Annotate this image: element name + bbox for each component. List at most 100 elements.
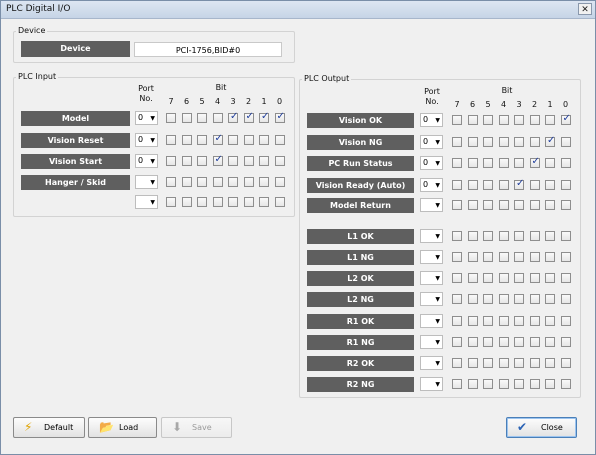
plc_output-bit-checkbox[interactable] <box>483 115 493 125</box>
plc_output-bit-checkbox[interactable] <box>514 358 524 368</box>
plc_input-bit-checkbox[interactable] <box>259 197 269 207</box>
plc_input-bit-checkbox[interactable] <box>181 135 192 145</box>
plc_output-bit-checkbox[interactable] <box>529 294 540 304</box>
plc_output-bit-checkbox[interactable] <box>483 294 493 304</box>
plc_input-bit-checkbox[interactable] <box>243 197 254 207</box>
plc_output-bit-checkbox[interactable] <box>498 273 509 283</box>
plc_output-bit-checkbox[interactable] <box>452 200 462 210</box>
plc_output-bit-checkbox[interactable] <box>498 158 509 168</box>
plc_input-bit-checkbox[interactable] <box>228 135 238 145</box>
plc_output-bit-checkbox[interactable] <box>560 294 571 304</box>
plc_output-bit-checkbox[interactable] <box>529 316 540 326</box>
plc_input-bit-checkbox[interactable] <box>181 177 192 187</box>
plc_output-bit-checkbox[interactable] <box>545 180 555 190</box>
plc_output-bit-checkbox[interactable] <box>514 137 524 147</box>
plc_output-bit-checkbox[interactable] <box>498 316 509 326</box>
plc_output-bit-checkbox[interactable] <box>467 252 478 262</box>
plc_input-bit-checkbox[interactable] <box>212 113 223 123</box>
plc_output-bit-checkbox[interactable] <box>545 273 555 283</box>
plc_output-port-dropdown[interactable]: 0 ▼ <box>420 156 443 170</box>
plc_input-bit-checkbox[interactable] <box>259 156 269 166</box>
plc_output-bit-checkbox[interactable] <box>467 200 478 210</box>
plc_output-bit-checkbox[interactable] <box>452 294 462 304</box>
plc_input-bit-checkbox[interactable] <box>197 113 207 123</box>
plc_output-port-dropdown[interactable]: ▼ <box>420 229 443 243</box>
plc_input-bit-checkbox[interactable]: ✓ <box>212 133 223 145</box>
plc_output-bit-checkbox[interactable] <box>560 200 571 210</box>
plc_output-port-dropdown[interactable]: ▼ <box>420 314 443 328</box>
plc_input-bit-checkbox[interactable]: ✓ <box>274 111 285 123</box>
plc_output-bit-checkbox[interactable] <box>545 337 555 347</box>
plc_output-bit-checkbox[interactable] <box>467 294 478 304</box>
window-close-button[interactable]: ✕ <box>578 3 592 15</box>
plc_output-bit-checkbox[interactable] <box>514 115 524 125</box>
plc_input-bit-checkbox[interactable] <box>166 113 176 123</box>
plc_output-port-dropdown[interactable]: ▼ <box>420 198 443 212</box>
plc_output-bit-checkbox[interactable] <box>529 273 540 283</box>
plc_output-bit-checkbox[interactable] <box>467 158 478 168</box>
plc_input-bit-checkbox[interactable]: ✓ <box>212 154 223 166</box>
plc_output-bit-checkbox[interactable] <box>498 379 509 389</box>
plc_output-bit-checkbox[interactable] <box>467 273 478 283</box>
plc_output-bit-checkbox[interactable] <box>498 231 509 241</box>
plc_output-bit-checkbox[interactable] <box>452 180 462 190</box>
plc_output-port-dropdown[interactable]: ▼ <box>420 356 443 370</box>
plc_output-bit-checkbox[interactable] <box>467 231 478 241</box>
plc_output-bit-checkbox[interactable] <box>483 252 493 262</box>
device-value-field[interactable]: PCI-1756,BID#0 <box>134 42 282 57</box>
plc_input-bit-checkbox[interactable] <box>243 135 254 145</box>
plc_output-bit-checkbox[interactable] <box>498 252 509 262</box>
plc_input-bit-checkbox[interactable] <box>243 156 254 166</box>
plc_input-bit-checkbox[interactable] <box>228 197 238 207</box>
plc_output-bit-checkbox[interactable] <box>483 200 493 210</box>
plc_output-bit-checkbox[interactable] <box>545 252 555 262</box>
plc_output-bit-checkbox[interactable] <box>560 337 571 347</box>
plc_input-bit-checkbox[interactable] <box>274 135 285 145</box>
plc_output-bit-checkbox[interactable] <box>545 379 555 389</box>
plc_output-port-dropdown[interactable]: ▼ <box>420 250 443 264</box>
plc_input-bit-checkbox[interactable] <box>166 135 176 145</box>
plc_output-bit-checkbox[interactable] <box>529 379 540 389</box>
plc_output-bit-checkbox[interactable] <box>483 158 493 168</box>
plc_input-bit-checkbox[interactable]: ✓ <box>228 111 238 123</box>
plc_input-bit-checkbox[interactable] <box>197 156 207 166</box>
plc_output-bit-checkbox[interactable] <box>452 137 462 147</box>
plc_output-bit-checkbox[interactable] <box>483 273 493 283</box>
plc_output-port-dropdown[interactable]: 0 ▼ <box>420 178 443 192</box>
plc_input-port-dropdown[interactable]: ▼ <box>135 195 158 209</box>
plc_output-bit-checkbox[interactable] <box>545 231 555 241</box>
plc_output-bit-checkbox[interactable] <box>467 337 478 347</box>
plc_input-bit-checkbox[interactable] <box>228 156 238 166</box>
plc_input-port-dropdown[interactable]: 0 ▼ <box>135 154 158 168</box>
plc_output-bit-checkbox[interactable] <box>545 158 555 168</box>
plc_input-bit-checkbox[interactable]: ✓ <box>243 111 254 123</box>
plc_output-bit-checkbox[interactable] <box>452 316 462 326</box>
plc_output-bit-checkbox[interactable] <box>529 252 540 262</box>
plc_input-bit-checkbox[interactable] <box>228 177 238 187</box>
plc_output-bit-checkbox[interactable] <box>467 180 478 190</box>
plc_output-bit-checkbox[interactable] <box>483 379 493 389</box>
plc_output-bit-checkbox[interactable]: ✓ <box>560 113 571 125</box>
plc_output-bit-checkbox[interactable] <box>514 316 524 326</box>
plc_output-bit-checkbox[interactable] <box>452 158 462 168</box>
plc_output-bit-checkbox[interactable] <box>560 379 571 389</box>
plc_output-bit-checkbox[interactable] <box>529 358 540 368</box>
plc_output-bit-checkbox[interactable]: ✓ <box>545 135 555 147</box>
plc_output-bit-checkbox[interactable] <box>498 137 509 147</box>
plc_output-port-dropdown[interactable]: 0 ▼ <box>420 113 443 127</box>
plc_output-bit-checkbox[interactable] <box>467 379 478 389</box>
plc_output-bit-checkbox[interactable] <box>514 200 524 210</box>
plc_input-port-dropdown[interactable]: ▼ <box>135 175 158 189</box>
plc_output-bit-checkbox[interactable] <box>483 180 493 190</box>
plc_output-port-dropdown[interactable]: ▼ <box>420 335 443 349</box>
plc_output-bit-checkbox[interactable] <box>498 180 509 190</box>
plc_output-bit-checkbox[interactable] <box>483 316 493 326</box>
plc_input-bit-checkbox[interactable] <box>212 197 223 207</box>
plc_input-bit-checkbox[interactable] <box>197 177 207 187</box>
plc_output-bit-checkbox[interactable] <box>529 337 540 347</box>
plc_output-bit-checkbox[interactable] <box>514 379 524 389</box>
plc_output-bit-checkbox[interactable] <box>560 316 571 326</box>
plc_output-bit-checkbox[interactable] <box>483 337 493 347</box>
plc_output-bit-checkbox[interactable] <box>452 337 462 347</box>
plc_output-bit-checkbox[interactable] <box>560 158 571 168</box>
